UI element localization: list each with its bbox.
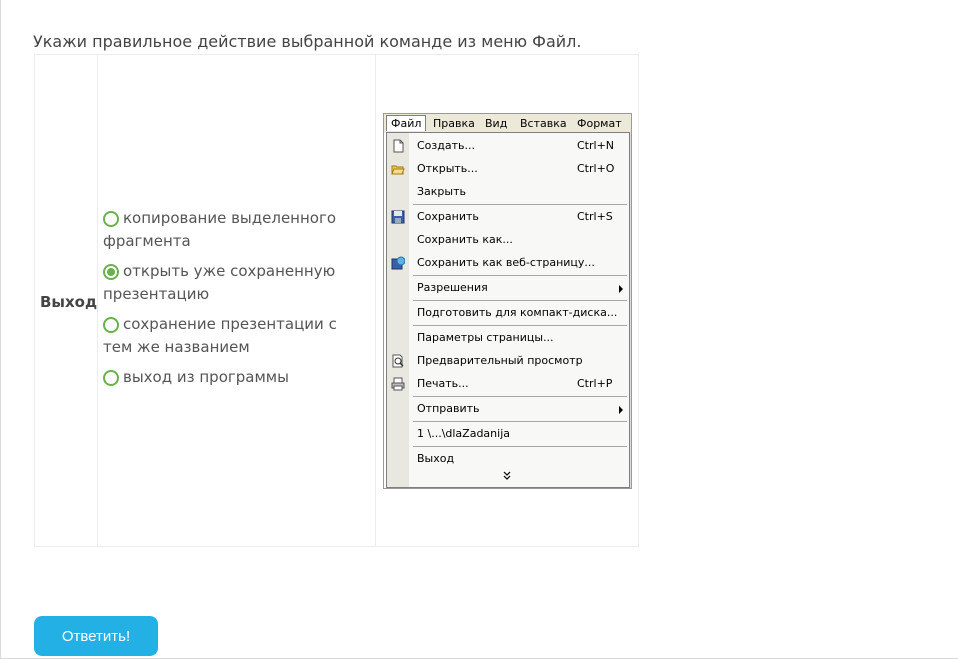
save-disk-icon bbox=[391, 210, 405, 224]
submit-button[interactable]: Ответить! bbox=[34, 616, 158, 656]
menu-item-label: Предварительный просмотр bbox=[417, 354, 583, 367]
radio-button[interactable] bbox=[103, 211, 119, 227]
answer-label: сохранение презентации с тем же название… bbox=[103, 315, 337, 356]
menubar-view: Вид bbox=[485, 117, 508, 130]
menu-separator bbox=[413, 396, 627, 397]
question-table: Выход копирование выделенного фрагмента … bbox=[34, 54, 639, 547]
menu-item-create: Создать... Ctrl+N bbox=[387, 135, 629, 157]
radio-button[interactable] bbox=[103, 370, 119, 386]
answer-option-4[interactable]: выход из программы bbox=[103, 366, 353, 389]
answer-label: открыть уже сохраненную презентацию bbox=[103, 262, 336, 303]
menu-separator bbox=[413, 275, 627, 276]
menu-item-exit: Выход bbox=[387, 448, 629, 470]
menu-separator bbox=[413, 204, 627, 205]
menu-separator bbox=[413, 325, 627, 326]
printer-icon bbox=[391, 377, 405, 391]
answer-label: копирование выделенного фрагмента bbox=[103, 209, 337, 250]
menu-item-label: Выход bbox=[417, 452, 455, 465]
menu-item-label: Параметры страницы... bbox=[417, 331, 554, 344]
image-cell: Файл Правка Вид Вставка Формат Создать..… bbox=[376, 55, 638, 546]
radio-button[interactable] bbox=[103, 317, 119, 333]
menu-item-save: Сохранить Ctrl+S bbox=[387, 206, 629, 228]
menubar-edit: Правка bbox=[433, 117, 475, 130]
menu-item-shortcut: Ctrl+P bbox=[577, 377, 613, 390]
open-folder-icon bbox=[391, 162, 405, 176]
answer-option-3[interactable]: сохранение презентации с тем же название… bbox=[103, 313, 353, 359]
question-text: Укажи правильное действие выбранной кома… bbox=[33, 32, 582, 51]
menu-item-open: Открыть... Ctrl+O bbox=[387, 158, 629, 180]
menu-item-label: 1 \...\dlaZadanija bbox=[417, 427, 511, 440]
menu-item-send: Отправить bbox=[387, 398, 629, 420]
answer-list: копирование выделенного фрагмента открыт… bbox=[103, 207, 353, 396]
answer-option-1[interactable]: копирование выделенного фрагмента bbox=[103, 207, 353, 253]
menu-item-shortcut: Ctrl+S bbox=[577, 210, 613, 223]
menubar-file: Файл bbox=[386, 115, 427, 131]
menu-item-page-setup: Параметры страницы... bbox=[387, 327, 629, 349]
menu-item-label: Подготовить для компакт-диска... bbox=[417, 306, 618, 319]
menu-separator bbox=[413, 446, 627, 447]
term-label: Выход bbox=[40, 293, 98, 311]
menubar-insert: Вставка bbox=[520, 117, 567, 130]
menu-item-label: Печать... bbox=[417, 377, 469, 390]
answer-option-2[interactable]: открыть уже сохраненную презентацию bbox=[103, 260, 353, 306]
menu-item-close: Закрыть bbox=[387, 181, 629, 203]
menu-item-prepare-cd: Подготовить для компакт-диска... bbox=[387, 302, 629, 324]
page: Укажи правильное действие выбранной кома… bbox=[0, 0, 958, 659]
menu-item-recent-file: 1 \...\dlaZadanija bbox=[387, 423, 629, 445]
menu-item-save-web: Сохранить как веб-страницу... bbox=[387, 252, 629, 274]
expand-chevron-icon bbox=[503, 470, 511, 483]
menubar-format: Формат bbox=[577, 117, 622, 130]
term-cell: Выход bbox=[35, 55, 98, 546]
answers-cell: копирование выделенного фрагмента открыт… bbox=[98, 55, 376, 546]
menu-item-save-as: Сохранить как... bbox=[387, 229, 629, 251]
menu-item-label: Сохранить bbox=[417, 210, 479, 223]
menu-item-permissions: Разрешения bbox=[387, 277, 629, 299]
file-dropdown: Создать... Ctrl+N Открыть... Ctrl+O Закр… bbox=[386, 132, 630, 488]
submenu-arrow-icon bbox=[619, 285, 623, 293]
radio-button-selected[interactable] bbox=[103, 264, 119, 280]
menu-bar: Файл Правка Вид Вставка Формат bbox=[384, 114, 631, 133]
menu-item-label: Создать... bbox=[417, 139, 475, 152]
new-document-icon bbox=[391, 139, 405, 153]
menu-item-shortcut: Ctrl+O bbox=[577, 162, 615, 175]
menu-item-label: Сохранить как... bbox=[417, 233, 513, 246]
answer-label: выход из программы bbox=[123, 368, 289, 386]
menu-item-shortcut: Ctrl+N bbox=[577, 139, 615, 152]
save-web-icon bbox=[391, 256, 406, 270]
file-menu-screenshot: Файл Правка Вид Вставка Формат Создать..… bbox=[383, 113, 632, 489]
menu-item-label: Сохранить как веб-страницу... bbox=[417, 256, 595, 269]
menu-item-print: Печать... Ctrl+P bbox=[387, 373, 629, 395]
submenu-arrow-icon bbox=[619, 406, 623, 414]
menu-separator bbox=[413, 421, 627, 422]
menu-item-print-preview: Предварительный просмотр bbox=[387, 350, 629, 372]
menu-item-label: Отправить bbox=[417, 402, 480, 415]
print-preview-icon bbox=[391, 354, 405, 368]
menu-item-label: Закрыть bbox=[417, 185, 466, 198]
menu-separator bbox=[413, 300, 627, 301]
menu-item-label: Открыть... bbox=[417, 162, 478, 175]
menu-item-label: Разрешения bbox=[417, 281, 488, 294]
